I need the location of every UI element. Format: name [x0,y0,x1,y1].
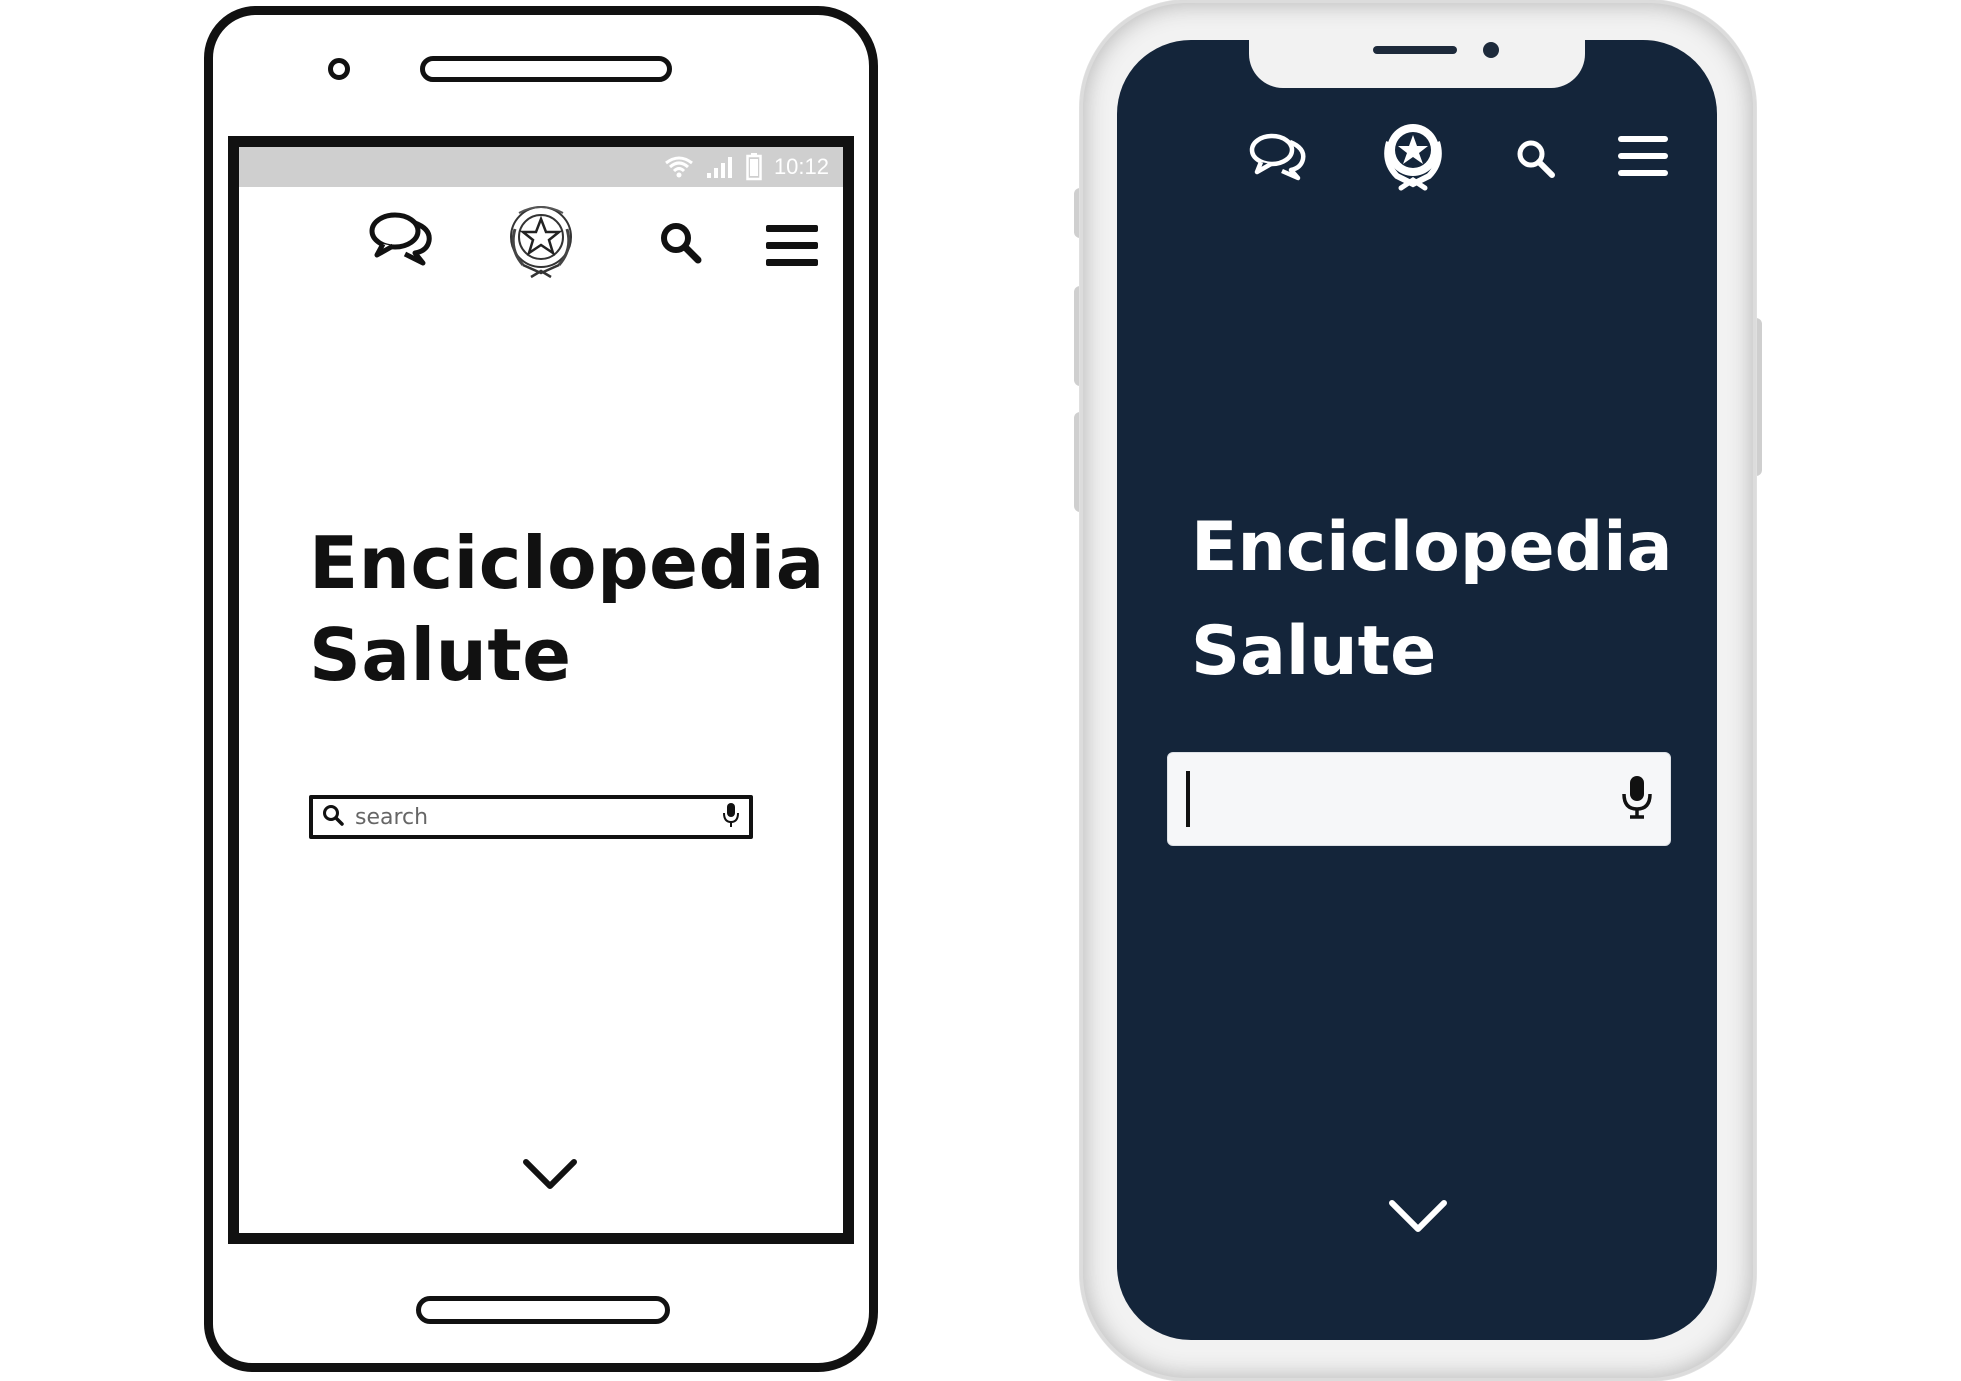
search-icon[interactable] [659,221,703,269]
page-title-line2: Salute [1191,612,1437,691]
chevron-down-icon[interactable] [1387,1198,1449,1240]
page-title: Enciclopedia Salute [1191,496,1691,704]
status-time: 10:12 [773,154,829,179]
android-screen: 10:12 Enciclopedia Salute search [228,136,854,1244]
wifi-icon [664,155,694,179]
microphone-icon[interactable] [1622,775,1652,823]
android-home-button[interactable] [416,1296,670,1324]
battery-icon [746,153,762,181]
page-title-line2: Salute [309,613,572,697]
page-title-line1: Enciclopedia [1191,508,1673,587]
iphone-screen: Enciclopedia Salute [1117,40,1717,1340]
microphone-icon[interactable] [723,802,739,832]
chat-bubbles-icon[interactable] [1249,132,1309,186]
search-icon[interactable] [1515,138,1557,184]
hamburger-menu-icon[interactable] [1617,134,1669,184]
page-title: Enciclopedia Salute [309,517,829,701]
android-status-bar: 10:12 [239,147,843,187]
android-speaker [420,56,672,82]
iphone-earpiece [1373,46,1457,54]
signal-icon [706,155,734,179]
search-input[interactable] [1198,781,1622,817]
android-front-camera [328,58,350,80]
page-title-line1: Enciclopedia [309,521,825,605]
iphone-front-camera [1483,42,1499,58]
search-bar[interactable] [1167,752,1671,846]
italian-republic-emblem-icon[interactable] [501,199,581,293]
chevron-down-icon[interactable] [522,1157,578,1195]
search-input[interactable] [345,804,723,830]
search-bar[interactable] [309,795,753,839]
search-icon [321,803,345,831]
hamburger-menu-icon[interactable] [764,223,820,273]
chat-bubbles-icon[interactable] [369,211,435,271]
italian-republic-emblem-icon[interactable] [1377,116,1449,200]
text-cursor [1186,771,1190,827]
iphone-notch [1249,40,1585,88]
